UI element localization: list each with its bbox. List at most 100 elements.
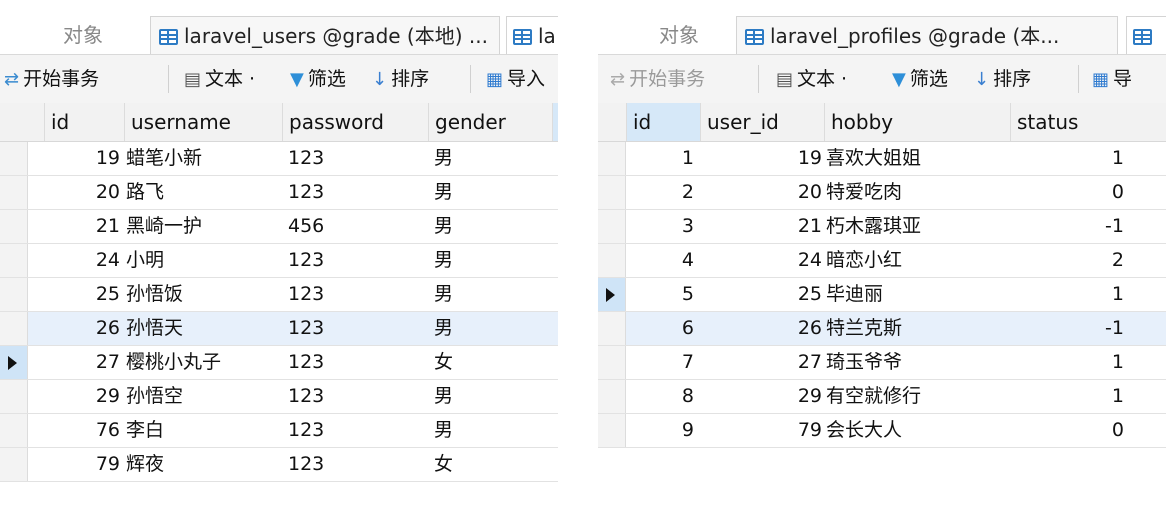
cell-id[interactable]: 6	[626, 312, 700, 345]
cell-gender[interactable]: 男	[428, 414, 552, 447]
row-indicator[interactable]	[0, 448, 28, 481]
column-header-id[interactable]: id	[626, 103, 700, 141]
column-header-password[interactable]: password	[282, 103, 428, 141]
table-row[interactable]: 25 孙悟饭 123 男	[0, 278, 558, 312]
row-indicator[interactable]	[0, 312, 28, 345]
cell-user-id[interactable]: 20	[700, 176, 824, 209]
row-indicator[interactable]	[0, 380, 28, 413]
row-indicator[interactable]	[598, 278, 626, 311]
cell-gender[interactable]: 男	[428, 244, 552, 277]
table-row[interactable]: 9 79 会长大人 0	[598, 414, 1166, 448]
cell-id[interactable]: 19	[28, 142, 124, 175]
cell-id[interactable]: 76	[28, 414, 124, 447]
cell-password[interactable]: 123	[282, 312, 428, 345]
cell-user-id[interactable]: 19	[700, 142, 824, 175]
sort-button[interactable]: ↓ 排序	[974, 55, 1031, 103]
cell-password[interactable]: 123	[282, 244, 428, 277]
tab-next[interactable]: la	[506, 16, 558, 55]
table-row[interactable]: 2 20 特爱吃肉 0	[598, 176, 1166, 210]
cell-username[interactable]: 孙悟空	[124, 380, 282, 413]
row-indicator[interactable]	[598, 312, 626, 345]
column-header-gender[interactable]: gender	[428, 103, 552, 141]
cell-hobby[interactable]: 特爱吃肉	[824, 176, 1010, 209]
cell-username[interactable]: 孙悟天	[124, 312, 282, 345]
table-row[interactable]: 26 孙悟天 123 男	[0, 312, 558, 346]
cell-id[interactable]: 1	[626, 142, 700, 175]
cell-hobby[interactable]: 会长大人	[824, 414, 1010, 447]
cell-user-id[interactable]: 21	[700, 210, 824, 243]
row-indicator[interactable]	[0, 210, 28, 243]
cell-user-id[interactable]: 24	[700, 244, 824, 277]
table-row[interactable]: 19 蜡笔小新 123 男	[0, 142, 558, 176]
cell-password[interactable]: 123	[282, 380, 428, 413]
tab-laravel-users[interactable]: laravel_users @grade (本地) ...	[150, 16, 500, 55]
table-row[interactable]: 7 27 琦玉爷爷 1	[598, 346, 1166, 380]
cell-username[interactable]: 黑崎一护	[124, 210, 282, 243]
cell-id[interactable]: 26	[28, 312, 124, 345]
text-button[interactable]: ▤ 文本 ·	[184, 55, 255, 103]
cell-username[interactable]: 路飞	[124, 176, 282, 209]
row-indicator[interactable]	[0, 278, 28, 311]
cell-id[interactable]: 2	[626, 176, 700, 209]
cell-gender[interactable]: 男	[428, 380, 552, 413]
cell-status[interactable]: 1	[1010, 380, 1126, 413]
table-row[interactable]: 79 辉夜 123 女	[0, 448, 558, 482]
cell-hobby[interactable]: 毕迪丽	[824, 278, 1010, 311]
cell-username[interactable]: 樱桃小丸子	[124, 346, 282, 379]
table-row[interactable]: 76 李白 123 男	[0, 414, 558, 448]
table-row[interactable]: 29 孙悟空 123 男	[0, 380, 558, 414]
cell-id[interactable]: 5	[626, 278, 700, 311]
cell-gender[interactable]: 男	[428, 312, 552, 345]
row-indicator[interactable]	[598, 414, 626, 447]
column-header-user-id[interactable]: user_id	[700, 103, 824, 141]
cell-id[interactable]: 4	[626, 244, 700, 277]
sort-button[interactable]: ↓ 排序	[372, 55, 429, 103]
cell-user-id[interactable]: 79	[700, 414, 824, 447]
import-button[interactable]: ▦ 导入	[486, 55, 545, 103]
cell-username[interactable]: 孙悟饭	[124, 278, 282, 311]
row-indicator[interactable]	[598, 244, 626, 277]
table-row[interactable]: 6 26 特兰克斯 -1	[598, 312, 1166, 346]
cell-status[interactable]: 1	[1010, 278, 1126, 311]
filter-button[interactable]: ▼ 筛选	[290, 55, 346, 103]
cell-user-id[interactable]: 29	[700, 380, 824, 413]
row-indicator[interactable]	[0, 142, 28, 175]
tab-objects[interactable]: 对象	[40, 16, 126, 54]
cell-user-id[interactable]: 26	[700, 312, 824, 345]
cell-gender[interactable]: 男	[428, 176, 552, 209]
row-indicator[interactable]	[598, 176, 626, 209]
row-indicator[interactable]	[598, 142, 626, 175]
row-indicator[interactable]	[598, 380, 626, 413]
cell-id[interactable]: 29	[28, 380, 124, 413]
tab-next[interactable]	[1126, 16, 1166, 55]
cell-hobby[interactable]: 特兰克斯	[824, 312, 1010, 345]
cell-id[interactable]: 79	[28, 448, 124, 481]
cell-user-id[interactable]: 27	[700, 346, 824, 379]
cell-password[interactable]: 123	[282, 346, 428, 379]
cell-username[interactable]: 小明	[124, 244, 282, 277]
row-indicator[interactable]	[0, 244, 28, 277]
cell-id[interactable]: 24	[28, 244, 124, 277]
cell-status[interactable]: 1	[1010, 142, 1126, 175]
row-indicator[interactable]	[598, 346, 626, 379]
import-button[interactable]: ▦ 导	[1092, 55, 1132, 103]
cell-password[interactable]: 123	[282, 142, 428, 175]
text-button[interactable]: ▤ 文本 ·	[776, 55, 847, 103]
cell-status[interactable]: -1	[1010, 210, 1126, 243]
cell-password[interactable]: 123	[282, 414, 428, 447]
cell-status[interactable]: 0	[1010, 414, 1126, 447]
table-row[interactable]: 1 19 喜欢大姐姐 1	[598, 142, 1166, 176]
row-indicator[interactable]	[0, 414, 28, 447]
table-row[interactable]: 3 21 朽木露琪亚 -1	[598, 210, 1166, 244]
cell-hobby[interactable]: 琦玉爷爷	[824, 346, 1010, 379]
column-header-username[interactable]: username	[124, 103, 282, 141]
cell-password[interactable]: 123	[282, 448, 428, 481]
cell-username[interactable]: 李白	[124, 414, 282, 447]
cell-hobby[interactable]: 有空就修行	[824, 380, 1010, 413]
tab-objects[interactable]: 对象	[636, 16, 722, 54]
cell-status[interactable]: 1	[1010, 346, 1126, 379]
cell-id[interactable]: 9	[626, 414, 700, 447]
cell-id[interactable]: 3	[626, 210, 700, 243]
cell-gender[interactable]: 男	[428, 210, 552, 243]
column-header-id[interactable]: id	[44, 103, 124, 141]
